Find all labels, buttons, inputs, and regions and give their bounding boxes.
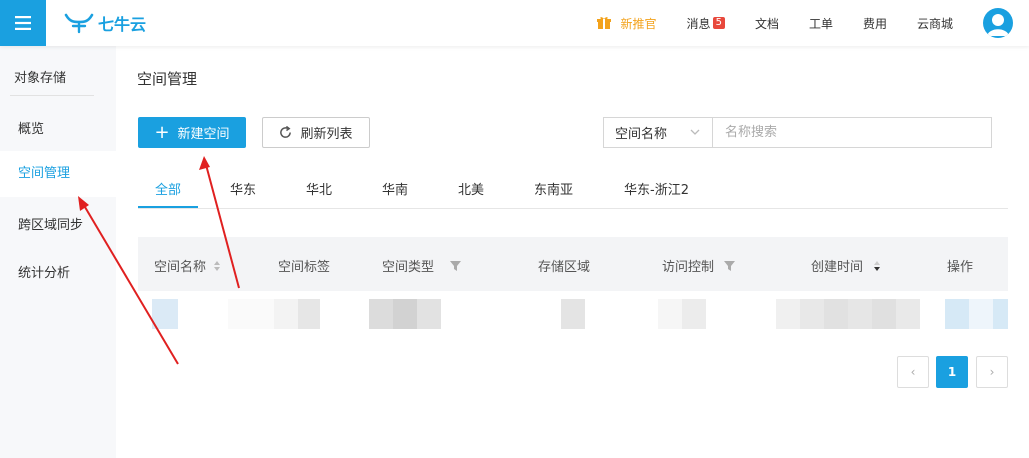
nav-tickets-label: 工单 xyxy=(808,16,833,31)
column-actions: 操作 xyxy=(947,256,973,275)
blurred-cell xyxy=(658,299,682,329)
new-bucket-button[interactable]: + 新建空间 xyxy=(138,117,246,148)
blurred-cell xyxy=(417,299,441,329)
sidebar-item-bucket-management[interactable]: 空间管理 xyxy=(0,151,116,197)
column-bucket-name[interactable]: 空间名称 xyxy=(154,256,221,275)
column-created-time-label: 创建时间 xyxy=(811,260,864,275)
filter-icon[interactable] xyxy=(450,260,462,271)
tab-all[interactable]: 全部 xyxy=(155,179,181,198)
tab-east-china[interactable]: 华东 xyxy=(230,179,256,198)
gift-icon xyxy=(596,17,611,29)
menu-icon xyxy=(15,16,31,30)
search-field-select[interactable]: 空间名称 xyxy=(604,118,713,147)
user-avatar-icon xyxy=(987,14,1009,36)
plus-icon: + xyxy=(154,121,170,143)
refresh-list-button[interactable]: 刷新列表 xyxy=(262,117,370,148)
column-created-time[interactable]: 创建时间 xyxy=(811,256,881,275)
blurred-cell xyxy=(824,299,848,329)
new-bucket-label: 新建空间 xyxy=(177,127,230,142)
menu-button[interactable] xyxy=(0,0,46,46)
tab-north-china[interactable]: 华北 xyxy=(306,179,332,198)
blurred-cell xyxy=(298,299,320,329)
nav-billing[interactable]: 费用 xyxy=(863,15,887,32)
blurred-cell xyxy=(274,299,298,329)
column-bucket-type[interactable]: 空间类型 xyxy=(382,256,462,275)
top-bar: 七牛云 新推官 消息 5 文档 工单 费用 云商城 xyxy=(0,0,1029,46)
tab-east-china-zhejiang2[interactable]: 华东-浙江2 xyxy=(624,179,689,198)
blurred-cell xyxy=(561,299,585,329)
blurred-cell xyxy=(896,299,920,329)
pagination-next-button[interactable]: › xyxy=(976,356,1008,388)
filter-icon[interactable] xyxy=(724,260,736,271)
column-actions-label: 操作 xyxy=(947,260,974,275)
nav-promo-label: 新推官 xyxy=(620,16,657,31)
logo-text: 七牛云 xyxy=(98,15,147,34)
nav-promo[interactable]: 新推官 xyxy=(596,15,657,32)
blurred-cell xyxy=(393,299,417,329)
blurred-cell xyxy=(993,299,1008,329)
nav-docs-label: 文档 xyxy=(754,16,779,31)
page-title: 空间管理 xyxy=(137,70,198,88)
sidebar-item-overview[interactable]: 概览 xyxy=(18,118,44,137)
search-field-value: 空间名称 xyxy=(615,127,668,142)
sort-icon[interactable] xyxy=(873,260,881,272)
sidebar-item-statistics[interactable]: 统计分析 xyxy=(18,262,70,281)
region-tabs: 全部 华东 华北 华南 北美 东南亚 华东-浙江2 xyxy=(138,167,1008,209)
refresh-list-label: 刷新列表 xyxy=(300,127,353,142)
column-bucket-name-label: 空间名称 xyxy=(154,260,207,275)
active-tab-indicator xyxy=(138,206,198,208)
pagination-page-button[interactable]: 1 xyxy=(936,356,968,388)
tab-north-america[interactable]: 北美 xyxy=(458,179,484,198)
table-header: 空间名称 空间标签 空间类型 存储区域 访问控制 创建时间 操作 xyxy=(138,237,1008,291)
table-row[interactable] xyxy=(138,299,1008,329)
main-content: 空间管理 + 新建空间 刷新列表 空间名称 全部 华东 华北 华南 北美 东南亚… xyxy=(116,46,1029,458)
tab-southeast-asia[interactable]: 东南亚 xyxy=(534,179,573,198)
sort-icon[interactable] xyxy=(213,260,221,272)
search-box: 空间名称 xyxy=(603,117,992,148)
chevron-down-icon xyxy=(690,129,700,135)
blurred-cell xyxy=(776,299,800,329)
column-access-control-label: 访问控制 xyxy=(662,260,715,275)
column-bucket-tags: 空间标签 xyxy=(278,256,330,275)
top-nav: 新推官 消息 5 文档 工单 费用 云商城 xyxy=(596,0,1029,46)
column-storage-region: 存储区域 xyxy=(538,256,590,275)
blurred-cell xyxy=(682,299,706,329)
nav-docs[interactable]: 文档 xyxy=(755,15,779,32)
blurred-cell xyxy=(969,299,993,329)
blurred-cell xyxy=(152,299,178,329)
blurred-cell xyxy=(800,299,824,329)
nav-messages-label: 消息 xyxy=(686,16,711,31)
sidebar-divider xyxy=(10,95,94,96)
pagination-prev-button[interactable]: ‹ xyxy=(897,356,929,388)
column-bucket-type-label: 空间类型 xyxy=(382,260,435,275)
blurred-cell xyxy=(945,299,969,329)
column-storage-region-label: 存储区域 xyxy=(538,260,591,275)
nav-billing-label: 费用 xyxy=(862,16,887,31)
sidebar-title: 对象存储 xyxy=(14,71,67,86)
message-count-badge: 5 xyxy=(712,17,725,29)
tab-south-china[interactable]: 华南 xyxy=(382,179,408,198)
logo[interactable]: 七牛云 xyxy=(64,10,146,36)
column-access-control[interactable]: 访问控制 xyxy=(662,256,736,275)
sidebar: 对象存储 概览 空间管理 跨区域同步 统计分析 xyxy=(0,46,116,458)
column-bucket-tags-label: 空间标签 xyxy=(278,260,331,275)
nav-tickets[interactable]: 工单 xyxy=(809,15,833,32)
refresh-icon xyxy=(280,126,292,138)
blurred-cell xyxy=(369,299,393,329)
blurred-cell xyxy=(848,299,872,329)
blurred-cell xyxy=(228,299,274,329)
nav-marketplace[interactable]: 云商城 xyxy=(917,15,953,32)
nav-messages[interactable]: 消息 5 xyxy=(687,15,725,32)
nav-marketplace-label: 云商城 xyxy=(916,16,953,31)
search-input[interactable] xyxy=(713,118,991,147)
qiniu-logo-icon xyxy=(64,13,94,34)
blurred-cell xyxy=(872,299,896,329)
user-avatar[interactable] xyxy=(983,8,1013,38)
sidebar-item-cross-region-sync[interactable]: 跨区域同步 xyxy=(18,214,83,233)
